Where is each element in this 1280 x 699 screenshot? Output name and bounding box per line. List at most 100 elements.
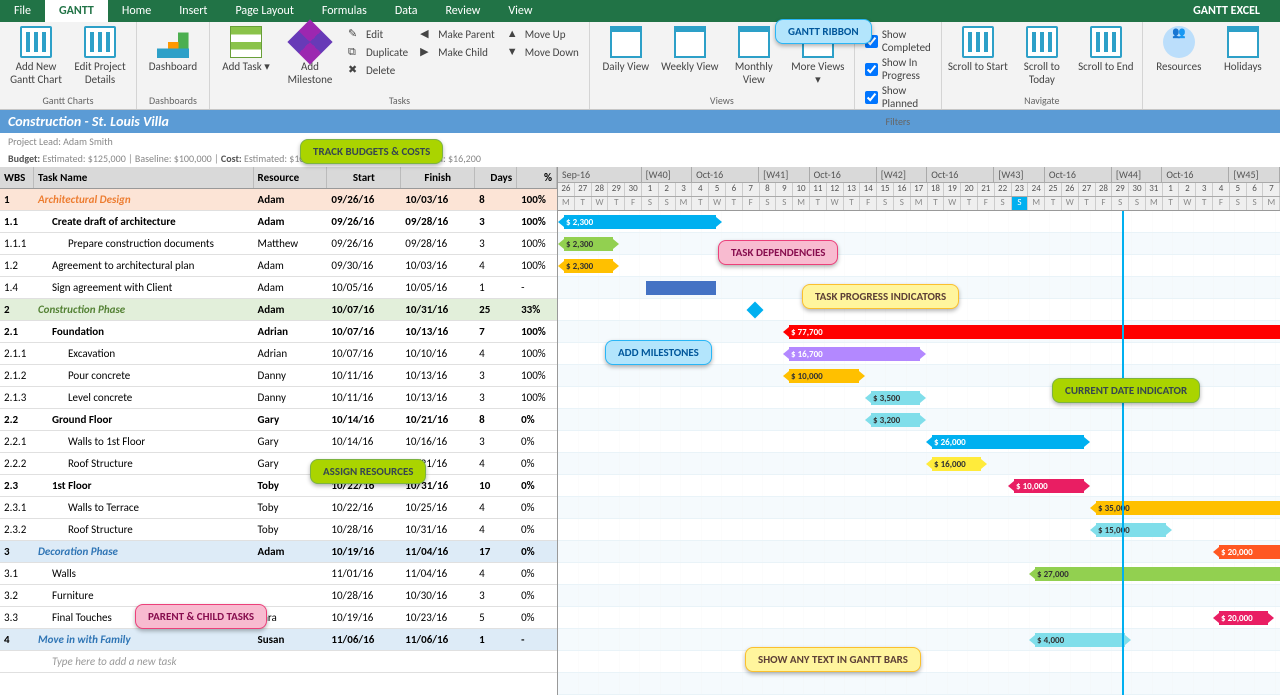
gantt-row: $ 2,300: [558, 255, 1280, 277]
gantt-row: $ 2,300: [558, 211, 1280, 233]
callout-task-dep: TASK DEPENDENCIES: [718, 240, 838, 265]
daily-view-button[interactable]: Daily View: [596, 24, 656, 73]
callout-track-budget: TRACK BUDGETS & COSTS: [300, 139, 443, 164]
holidays-button[interactable]: Holidays: [1213, 24, 1273, 73]
callout-show-text: SHOW ANY TEXT IN GANTT BARS: [745, 647, 921, 672]
show-completed-checkbox[interactable]: Show Completed: [865, 28, 931, 54]
gantt-bar[interactable]: $ 2,300: [564, 215, 716, 229]
task-row[interactable]: 1Architectural DesignAdam09/26/1610/03/1…: [0, 189, 557, 211]
resources-button[interactable]: 👥Resources: [1149, 24, 1209, 73]
gantt-row: $ 10,000: [558, 475, 1280, 497]
scroll-start-button[interactable]: Scroll to Start: [948, 24, 1008, 73]
milestone-marker[interactable]: [747, 302, 764, 319]
gantt-bar[interactable]: $ 35,000: [1096, 501, 1280, 515]
task-row[interactable]: 1.1.1Prepare construction documentsMatth…: [0, 233, 557, 255]
menu-bar: FileGANTTHomeInsertPage LayoutFormulasDa…: [0, 0, 1280, 22]
callout-current-date: CURRENT DATE INDICATOR: [1052, 378, 1200, 403]
move-up-button[interactable]: ▲Move Up: [503, 26, 583, 42]
gantt-row: $ 3,000: [558, 585, 1280, 607]
task-row[interactable]: 3.1Walls11/01/1611/04/1640%: [0, 563, 557, 585]
column-headers: WBS Task Name Resource Start Finish Days…: [0, 167, 557, 189]
show-progress-checkbox[interactable]: Show In Progress: [865, 56, 931, 82]
gantt-bar[interactable]: $ 77,700: [789, 325, 1280, 339]
task-row[interactable]: 2Construction PhaseAdam10/07/1610/31/162…: [0, 299, 557, 321]
gantt-bar[interactable]: $ 4,000: [1035, 633, 1125, 647]
delete-button[interactable]: ✖Delete: [344, 62, 412, 78]
task-row[interactable]: 3.3Final TouchesSara10/19/1610/23/1650%: [0, 607, 557, 629]
move-down-button[interactable]: ▼Move Down: [503, 44, 583, 60]
task-row[interactable]: 2.1.2Pour concreteDanny10/11/1610/13/163…: [0, 365, 557, 387]
gantt-bar[interactable]: $ 26,000: [932, 435, 1084, 449]
task-row[interactable]: 2.1.1ExcavationAdrian10/07/1610/10/16410…: [0, 343, 557, 365]
gantt-row: $ 15,000: [558, 519, 1280, 541]
callout-task-prog: TASK PROGRESS INDICATORS: [802, 284, 959, 309]
gantt-row: [558, 673, 1280, 695]
gantt-row: $ 27,000: [558, 563, 1280, 585]
scroll-today-button[interactable]: Scroll to Today: [1012, 24, 1072, 86]
add-milestone-button[interactable]: Add Milestone: [280, 24, 340, 86]
menu-tab-insert[interactable]: Insert: [165, 0, 221, 22]
menu-tab-view[interactable]: View: [494, 0, 546, 22]
task-row[interactable]: 1.2Agreement to architectural planAdam09…: [0, 255, 557, 277]
menu-tab-home[interactable]: Home: [108, 0, 165, 22]
gantt-row: $ 3,200: [558, 409, 1280, 431]
task-row[interactable]: 2.1FoundationAdrian10/07/1610/13/167100%: [0, 321, 557, 343]
callout-assign-resources: ASSIGN RESOURCES: [310, 459, 426, 484]
task-row[interactable]: 2.3.2Roof StructureToby10/28/1610/31/164…: [0, 519, 557, 541]
make-child-button[interactable]: ▶Make Child: [416, 44, 499, 60]
edit-button[interactable]: ✎Edit: [344, 26, 412, 42]
dashboard-button[interactable]: Dashboard: [143, 24, 203, 73]
new-task-input[interactable]: Type here to add a new task: [0, 651, 557, 673]
show-planned-checkbox[interactable]: Show Planned: [865, 84, 931, 110]
duplicate-button[interactable]: ⧉Duplicate: [344, 44, 412, 60]
task-row[interactable]: 2.31st FloorToby10/22/1610/31/16100%: [0, 475, 557, 497]
task-row[interactable]: 3Decoration PhaseAdam10/19/1611/04/16170…: [0, 541, 557, 563]
gantt-bar[interactable]: $ 3,200: [871, 413, 920, 427]
menu-tab-review[interactable]: Review: [431, 0, 494, 22]
gantt-bar[interactable]: $ 20,000: [1219, 611, 1268, 625]
weekly-view-button[interactable]: Weekly View: [660, 24, 720, 73]
gantt-bar[interactable]: $ 2,300: [564, 259, 613, 273]
task-row[interactable]: 1.1Create draft of architectureAdam09/26…: [0, 211, 557, 233]
edit-project-button[interactable]: Edit Project Details: [70, 24, 130, 86]
gantt-bar[interactable]: $ 10,000: [789, 369, 859, 383]
project-lead: Project Lead: Adam Smith: [0, 133, 1280, 150]
gantt-row: $ 35,000: [558, 497, 1280, 519]
make-parent-button[interactable]: ◀Make Parent: [416, 26, 499, 42]
task-row[interactable]: 2.2.1Walls to 1st FloorGary10/14/1610/16…: [0, 431, 557, 453]
callout-add-milestones: ADD MILESTONES: [605, 340, 712, 365]
menu-tab-gantt[interactable]: GANTT: [45, 0, 108, 22]
gantt-bar[interactable]: $ 3,500: [871, 391, 920, 405]
gantt-row: $ 26,000: [558, 431, 1280, 453]
gantt-row: $ 2,300: [558, 233, 1280, 255]
project-title: Construction - St. Louis Villa: [0, 110, 1280, 133]
gantt-bar[interactable]: [646, 281, 716, 295]
menu-tab-file[interactable]: File: [0, 0, 45, 22]
callout-parent-child: PARENT & CHILD TASKS: [135, 604, 267, 629]
gantt-bar[interactable]: $ 2,300: [564, 237, 613, 251]
gantt-bar[interactable]: $ 27,000: [1035, 567, 1280, 581]
task-row[interactable]: 2.2.2Roof StructureGary10/18/1610/21/164…: [0, 453, 557, 475]
task-row[interactable]: 2.3.1Walls to TerraceToby10/22/1610/25/1…: [0, 497, 557, 519]
menu-tab-data[interactable]: Data: [381, 0, 432, 22]
menu-tab-page-layout[interactable]: Page Layout: [221, 0, 307, 22]
task-row[interactable]: 2.2Ground FloorGary10/14/1610/21/1680%: [0, 409, 557, 431]
callout-gantt-ribbon: GANTT RIBBON: [775, 19, 872, 44]
gantt-bar[interactable]: $ 16,000: [932, 457, 981, 471]
task-row[interactable]: 4Move in with FamilySusan11/06/1611/06/1…: [0, 629, 557, 651]
task-row[interactable]: 3.2Furniture10/28/1610/30/1630%: [0, 585, 557, 607]
gantt-row: $ 20,000: [558, 541, 1280, 563]
gantt-bar[interactable]: $ 20,000: [1219, 545, 1280, 559]
gantt-bar[interactable]: $ 16,700: [789, 347, 920, 361]
scroll-end-button[interactable]: Scroll to End: [1076, 24, 1136, 73]
today-line: [1122, 211, 1124, 695]
add-gantt-button[interactable]: Add New Gantt Chart: [6, 24, 66, 86]
task-row[interactable]: 1.4Sign agreement with ClientAdam10/05/1…: [0, 277, 557, 299]
task-row[interactable]: 2.1.3Level concreteDanny10/11/1610/13/16…: [0, 387, 557, 409]
gantt-bar[interactable]: $ 15,000: [1096, 523, 1166, 537]
add-task-button[interactable]: Add Task ▾: [216, 24, 276, 73]
menu-tab-formulas[interactable]: Formulas: [308, 0, 381, 22]
gantt-bar[interactable]: $ 10,000: [1014, 479, 1084, 493]
budget-line: Budget: Estimated: $125,000 | Baseline: …: [0, 150, 1280, 167]
gantt-row: $ 16,000: [558, 453, 1280, 475]
